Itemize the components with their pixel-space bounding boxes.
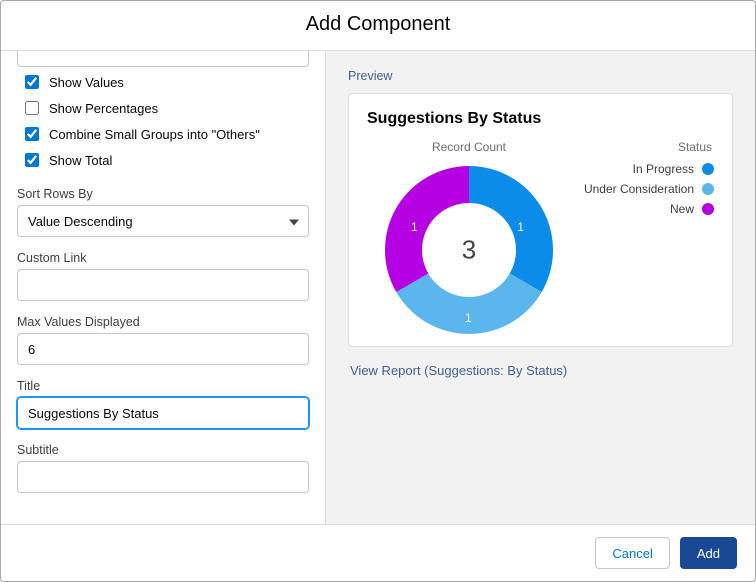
- sort-rows-label: Sort Rows By: [17, 187, 309, 201]
- preview-card: Suggestions By Status Record Count: [348, 93, 733, 347]
- checkbox-label: Combine Small Groups into "Others": [49, 127, 260, 142]
- slice-value-in-progress: 1: [517, 220, 524, 234]
- checkbox-label: Show Total: [49, 153, 112, 168]
- donut-slice-in-progress: [469, 166, 553, 292]
- sort-rows-value[interactable]: [17, 205, 309, 237]
- view-report-link[interactable]: View Report (Suggestions: By Status): [348, 363, 733, 378]
- checkbox-combine-small[interactable]: Combine Small Groups into "Others": [21, 121, 309, 147]
- modal-body: Show Values Show Percentages Combine Sma…: [1, 51, 755, 524]
- preview-label: Preview: [348, 69, 733, 83]
- custom-link-label: Custom Link: [17, 251, 309, 265]
- checkbox-label: Show Percentages: [49, 101, 158, 116]
- legend-swatch: [702, 203, 714, 215]
- settings-panel: Show Values Show Percentages Combine Sma…: [1, 51, 326, 524]
- checkbox-show-percentages-input[interactable]: [25, 101, 39, 115]
- modal-footer: Cancel Add: [1, 524, 755, 581]
- legend-label: In Progress: [633, 162, 694, 176]
- chart-column: Record Count: [365, 140, 573, 340]
- chart-caption: Record Count: [365, 140, 573, 154]
- checkbox-show-values-input[interactable]: [25, 75, 39, 89]
- chart-row: Record Count: [365, 140, 716, 340]
- legend-swatch: [702, 183, 714, 195]
- max-values-label: Max Values Displayed: [17, 315, 309, 329]
- legend-item-in-progress: In Progress: [581, 162, 716, 176]
- legend-title: Status: [581, 140, 716, 154]
- donut-total: 3: [462, 235, 476, 266]
- legend-label: New: [670, 202, 694, 216]
- subtitle-input[interactable]: [17, 461, 309, 493]
- title-field-label: Title: [17, 379, 309, 393]
- checkbox-show-total[interactable]: Show Total: [21, 147, 309, 173]
- legend-item-new: New: [581, 202, 716, 216]
- modal-title: Add Component: [1, 13, 755, 36]
- donut-chart: 3 1 1 1: [379, 160, 559, 340]
- donut-slice-new: [385, 166, 469, 292]
- legend-swatch: [702, 163, 714, 175]
- checkbox-label: Show Values: [49, 75, 124, 90]
- subtitle-field-label: Subtitle: [17, 443, 309, 457]
- truncated-field[interactable]: [17, 51, 309, 67]
- legend-item-under-consideration: Under Consideration: [581, 182, 716, 196]
- title-input[interactable]: [17, 397, 309, 429]
- checkbox-show-values[interactable]: Show Values: [21, 69, 309, 95]
- checkbox-show-total-input[interactable]: [25, 153, 39, 167]
- modal-header: Add Component: [1, 1, 755, 51]
- chart-legend: Status In Progress Under Consideration N…: [581, 140, 716, 222]
- sort-rows-select[interactable]: [17, 205, 309, 237]
- checkbox-combine-small-input[interactable]: [25, 127, 39, 141]
- preview-panel: Preview Suggestions By Status Record Cou…: [326, 51, 755, 524]
- custom-link-input[interactable]: [17, 269, 309, 301]
- legend-label: Under Consideration: [584, 182, 694, 196]
- slice-value-under-consideration: 1: [465, 311, 472, 325]
- slice-value-new: 1: [411, 220, 418, 234]
- max-values-input[interactable]: [17, 333, 309, 365]
- add-button[interactable]: Add: [680, 537, 737, 569]
- checkbox-show-percentages[interactable]: Show Percentages: [21, 95, 309, 121]
- add-component-modal: Add Component Show Values Show Percentag…: [0, 0, 756, 582]
- cancel-button[interactable]: Cancel: [595, 537, 669, 569]
- checkbox-group: Show Values Show Percentages Combine Sma…: [17, 69, 309, 173]
- preview-card-title: Suggestions By Status: [367, 110, 716, 128]
